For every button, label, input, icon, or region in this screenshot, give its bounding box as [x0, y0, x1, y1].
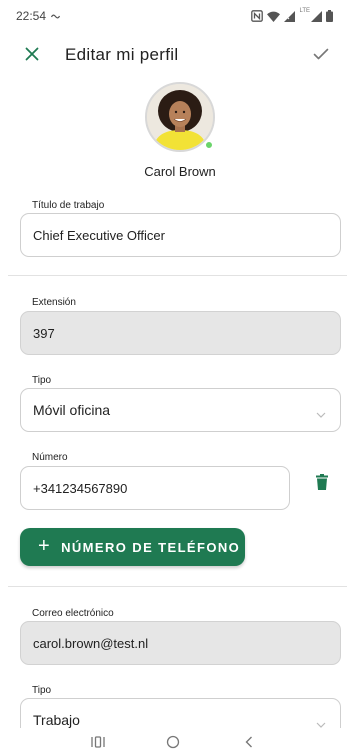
lte-icon: LTE: [299, 7, 322, 22]
page-title: Editar mi perfil: [65, 45, 179, 64]
signal-icon: [284, 10, 296, 22]
phone-type-select[interactable]: Móvil oficina: [20, 388, 341, 432]
plus-icon: +: [38, 535, 52, 557]
wifi-icon: [267, 11, 281, 22]
system-nav-bar: [0, 728, 347, 755]
extension-label: Extensión: [32, 297, 76, 308]
email-label: Correo electrónico: [32, 608, 114, 619]
status-left: 22:54: [16, 9, 61, 23]
assistant-wave-icon: [50, 9, 61, 23]
email-value: carol.brown@test.nl: [33, 635, 149, 651]
close-icon: [25, 47, 39, 66]
status-time: 22:54: [16, 9, 47, 23]
lte-label: LTE: [299, 7, 310, 14]
job-title-value: Chief Executive Officer: [33, 227, 165, 243]
status-right: LTE: [251, 7, 333, 22]
app-bar: Editar mi perfil: [0, 36, 347, 76]
phone-type-label: Tipo: [32, 375, 52, 386]
recent-apps-icon[interactable]: [83, 731, 113, 753]
job-title-label: Título de trabajo: [32, 200, 105, 211]
check-icon: [313, 47, 329, 65]
extension-field: 397: [20, 311, 341, 355]
nfc-icon: [251, 10, 264, 22]
trash-icon: [316, 473, 328, 495]
delete-phone-button[interactable]: [313, 473, 331, 495]
status-bar: 22:54 LTE: [0, 0, 347, 32]
phone-number-value: +341234567890: [33, 480, 128, 496]
phone-type-value: Móvil oficina: [33, 402, 111, 418]
add-phone-button[interactable]: + NÚMERO DE TELÉFONO: [20, 528, 245, 566]
email-type-value: Trabajo: [33, 712, 80, 728]
phone-number-field[interactable]: +341234567890: [20, 466, 290, 510]
email-type-label: Tipo: [32, 685, 52, 696]
home-icon[interactable]: [158, 731, 188, 753]
add-phone-label: NÚMERO DE TELÉFONO: [61, 539, 241, 555]
close-button[interactable]: [20, 44, 44, 68]
save-button[interactable]: [309, 44, 333, 68]
job-title-field[interactable]: Chief Executive Officer: [20, 213, 341, 257]
section-divider: [8, 586, 347, 587]
avatar-container[interactable]: [145, 82, 215, 152]
phone-number-label: Número: [32, 452, 68, 463]
battery-icon: [326, 10, 333, 22]
presence-indicator: [204, 140, 214, 150]
section-divider: [8, 275, 347, 276]
email-field: carol.brown@test.nl: [20, 621, 341, 665]
profile-name: Carol Brown: [144, 164, 216, 179]
back-icon[interactable]: [234, 731, 264, 753]
extension-value: 397: [33, 325, 55, 341]
chevron-down-icon: [316, 405, 326, 421]
